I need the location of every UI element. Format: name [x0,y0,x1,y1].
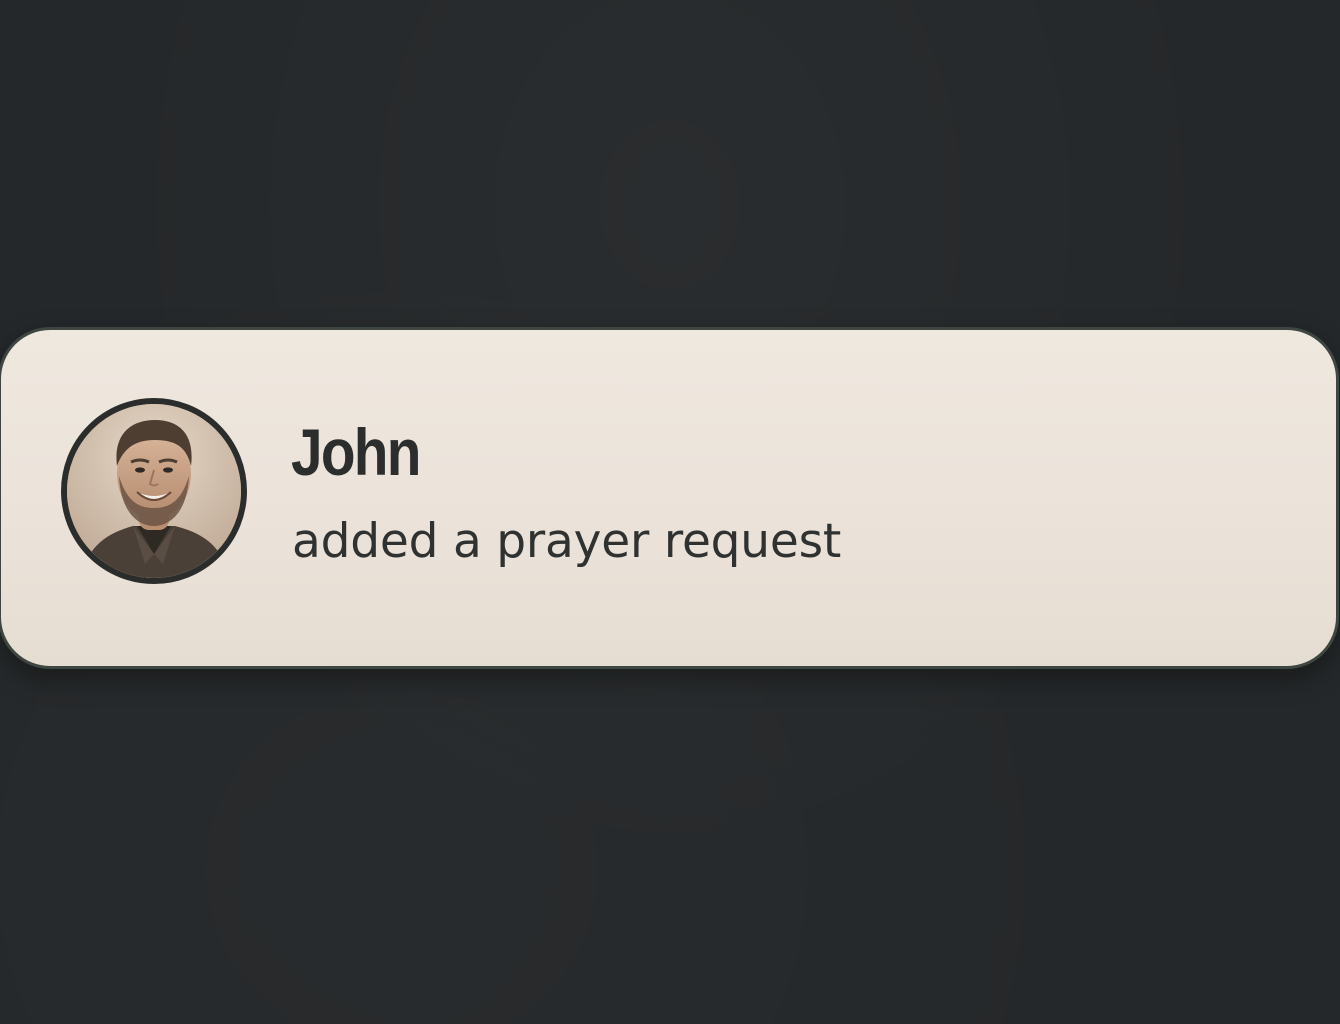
activity-text: added a prayer request [292,514,842,569]
user-avatar-photo [67,404,241,578]
user-avatar [61,398,247,584]
screen-background: John added a prayer request [0,0,1340,1024]
activity-notification[interactable]: John added a prayer request [0,327,1339,669]
user-name: John [291,415,421,489]
